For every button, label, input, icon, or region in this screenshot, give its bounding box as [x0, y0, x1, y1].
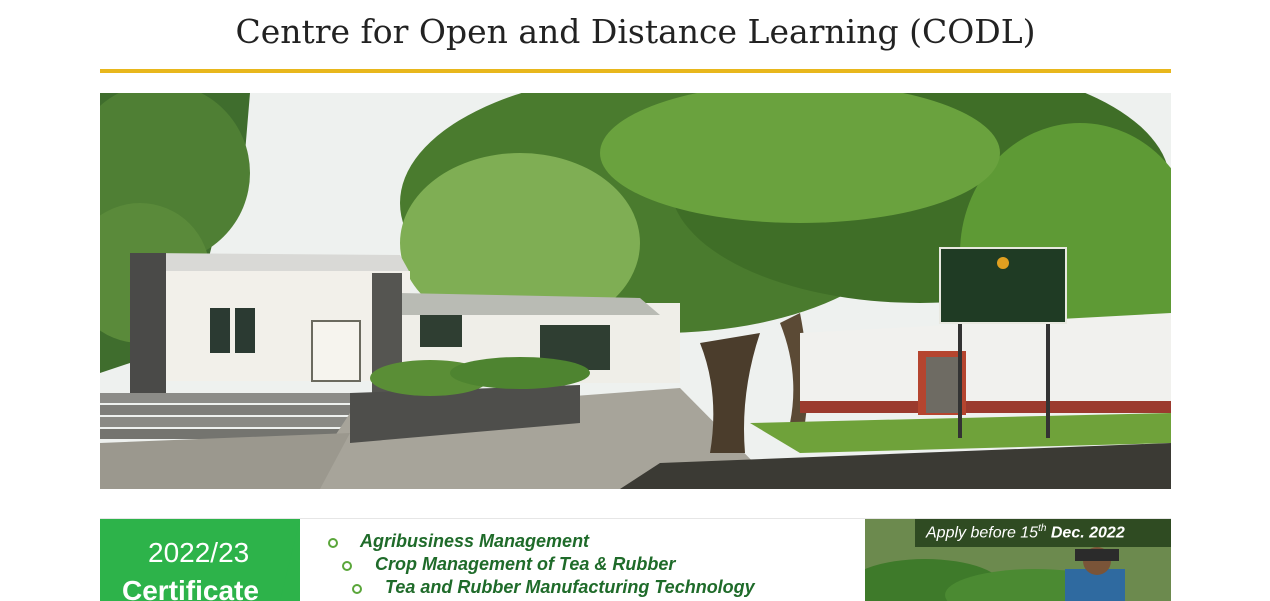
- title-underline: [100, 69, 1171, 73]
- page-title: Centre for Open and Distance Learning (C…: [235, 12, 1036, 51]
- course-item-manufacturing-technology: Tea and Rubber Manufacturing Technology: [385, 577, 755, 597]
- apply-deadline-text: Apply before 15th Dec. 2022: [926, 523, 1125, 542]
- hero-photo-codl-building: [100, 93, 1171, 489]
- banner-year: 2022/23: [148, 537, 250, 568]
- course-bullet-icon: [328, 538, 338, 548]
- course-item-crop-management: Crop Management of Tea & Rubber: [375, 554, 676, 574]
- course-bullet-icon: [352, 584, 362, 594]
- banner-certificate-label: Certificate: [122, 575, 259, 601]
- banner-slant-shape: [250, 519, 300, 601]
- course-item-agribusiness: Agribusiness Management: [360, 531, 590, 551]
- course-bullet-icon: [342, 561, 352, 571]
- certificate-promo-banner[interactable]: 2022/23 Certificate Agribusiness Managem…: [100, 518, 1171, 601]
